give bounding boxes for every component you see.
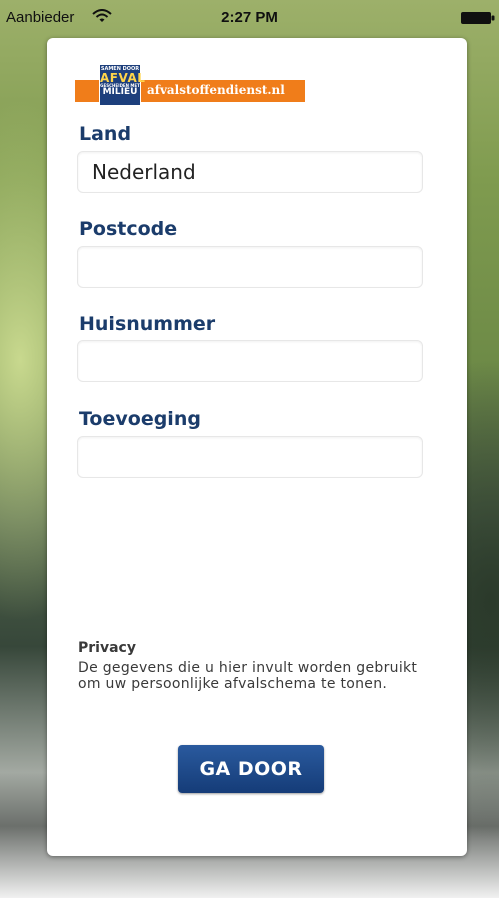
toevoeging-field[interactable] [77,436,423,478]
status-bar: Aanbieder 2:27 PM [0,0,499,30]
privacy-title: Privacy [78,640,136,656]
address-form-card: SAMEN DOOR AFVAL GESCHEIDEN MET MILIEU a… [47,38,467,856]
toevoeging-label: Toevoeging [79,408,201,430]
logo-badge: SAMEN DOOR AFVAL GESCHEIDEN MET MILIEU [100,65,145,105]
huisnummer-field[interactable] [77,340,423,382]
app-screen: Aanbieder 2:27 PM SAMEN DOOR AFVAL GESCH… [0,0,499,898]
continue-button[interactable]: GA DOOR [178,745,324,793]
battery-icon [461,12,495,24]
huisnummer-label: Huisnummer [79,313,216,335]
app-logo: SAMEN DOOR AFVAL GESCHEIDEN MET MILIEU a… [75,65,305,107]
logo-badge-line: MILIEU [102,87,138,97]
status-time: 2:27 PM [221,9,278,26]
postcode-field[interactable] [77,246,423,288]
land-label: Land [79,123,132,145]
privacy-text: De gegevens die u hier invult worden geb… [78,660,418,692]
logo-site-name: afvalstoffendienst.nl [147,83,285,97]
land-field[interactable] [77,151,423,193]
postcode-label: Postcode [79,218,178,240]
